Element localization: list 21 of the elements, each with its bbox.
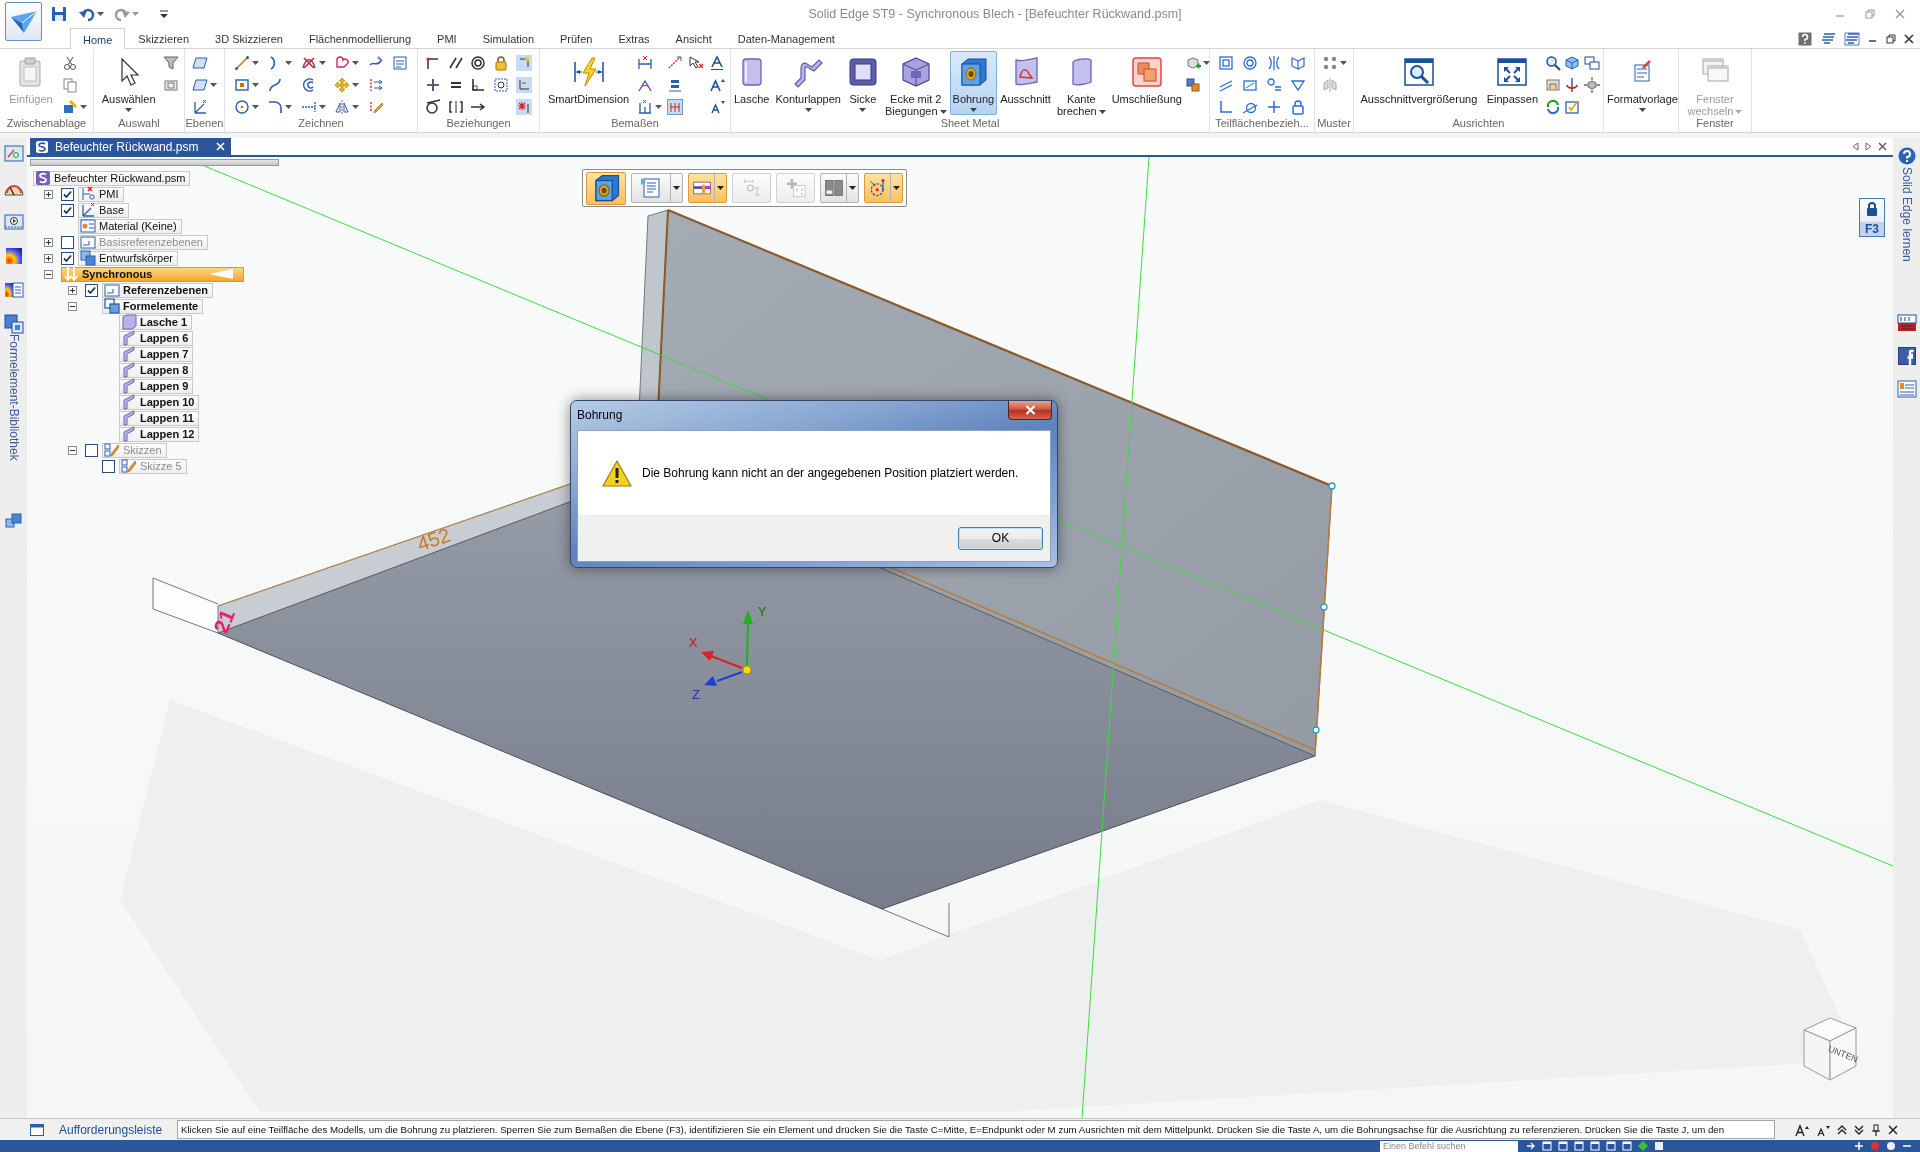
group-label: Zwischenablage (5, 116, 88, 131)
dimension-label: 452 (414, 523, 454, 556)
dialog-message: Die Bohrung kann nicht an der angegebenen Position platziert werden. (642, 466, 1019, 480)
group-label: Bemaßen (610, 116, 660, 131)
group-label: Muster (1316, 116, 1352, 131)
prompt-bar-title: Aufforderungsleiste (58, 1122, 164, 1137)
group-label: Teilflächenbezieh... (1214, 116, 1310, 131)
axis-label: Z (692, 687, 700, 702)
group-label: Ebenen (185, 116, 224, 131)
group-label: Ausrichten (1451, 116, 1506, 131)
group-label: Sheet Metal (939, 116, 1001, 131)
dimension-label: 21 (209, 606, 240, 637)
axis-label: X (688, 635, 698, 650)
dialog-title: Bohrung (577, 408, 623, 422)
group-label: Auswahl (117, 116, 161, 131)
window-title: Solid Edge ST9 - Synchronous Blech - [Befeuchter Rückwand.psm] (807, 7, 1182, 21)
group-label: Beziehungen (445, 116, 512, 131)
group-label: Fenster (1695, 116, 1735, 131)
group-label: Zeichnen (297, 116, 345, 131)
axis-label: Y (757, 604, 767, 619)
prompt-text-box: Klicken Sie auf eine Teilfläche des Modells, um die Bohrung zu platzieren. Sperren Sie zum Bemaßen die Ebene (F3), identifizieren Sie ein Element und drücken Sie die Taste C=Mitte, E=Endpunkt oder M zum Ausrichten mit dem Mittelpunkt. Drücken Sie die Taste A, um die Bohrungsachse für die Ausrichtung zu referenzieren. Drücken Sie die Taste J, um den (177, 1120, 1775, 1139)
